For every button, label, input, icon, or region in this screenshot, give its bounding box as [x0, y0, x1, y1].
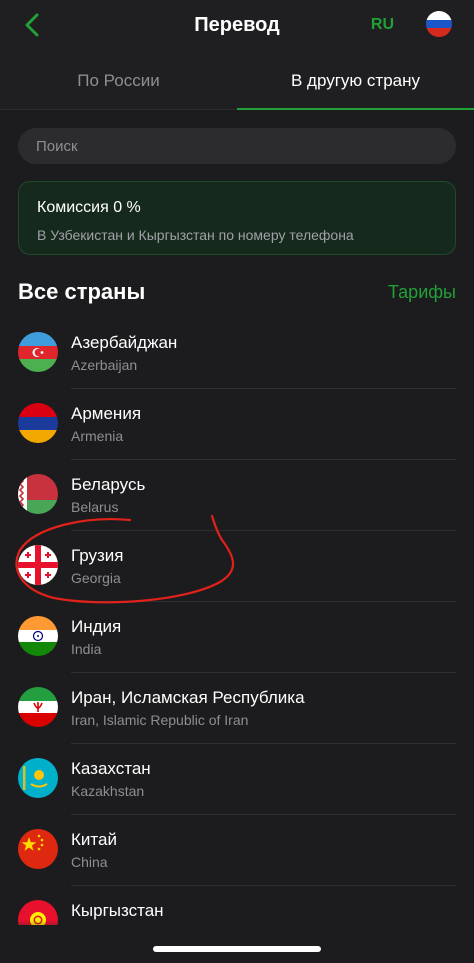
country-name: Армения [71, 404, 142, 423]
search-input[interactable]: Поиск [18, 128, 456, 164]
country-row-china[interactable]: Китай China [0, 815, 474, 886]
country-row-armenia[interactable]: Армения Armenia [0, 389, 474, 460]
banner-title: Комиссия 0 % [37, 199, 141, 216]
country-name: Кыргызстан [71, 901, 164, 920]
iran-flag-icon [18, 687, 58, 727]
belarus-flag-icon [18, 474, 58, 514]
search-placeholder: Поиск [36, 138, 78, 155]
banner-subtitle: В Узбекистан и Кыргызстан по номеру теле… [37, 227, 354, 243]
home-indicator[interactable] [153, 946, 321, 952]
tab-domestic[interactable]: По России [0, 52, 237, 110]
russia-flag-icon[interactable] [426, 11, 452, 37]
tab-bar: По России В другую страну [0, 52, 474, 110]
country-name: Азербайджан [71, 333, 178, 352]
nav-header: Перевод RU [0, 0, 474, 52]
country-name: Беларусь [71, 475, 146, 494]
tariffs-link[interactable]: Тарифы [388, 282, 456, 303]
country-name-en: Kazakhstan [71, 783, 145, 799]
kazakhstan-flag-icon [18, 758, 58, 798]
china-flag-icon [18, 829, 58, 869]
country-list: Азербайджан Azerbaijan Армения Armenia Б… [0, 318, 474, 925]
country-row-india[interactable]: Индия India [0, 602, 474, 673]
language-code[interactable]: RU [371, 16, 394, 34]
country-name-en: India [71, 641, 102, 657]
hand-drawn-circle-annotation [15, 514, 235, 604]
country-row-azerbaijan[interactable]: Азербайджан Azerbaijan [0, 318, 474, 389]
country-name-en: Iran, Islamic Republic of Iran [71, 712, 249, 728]
commission-banner[interactable]: Комиссия 0 % В Узбекистан и Кыргызстан п… [18, 181, 456, 255]
page-title: Перевод [194, 14, 280, 36]
country-name-en: Armenia [71, 428, 124, 444]
country-name-en: Azerbaijan [71, 357, 138, 373]
country-row-kazakhstan[interactable]: Казахстан Kazakhstan [0, 744, 474, 815]
azerbaijan-flag-icon [18, 332, 58, 372]
country-name: Иран, Исламская Республика [71, 688, 305, 707]
tab-international[interactable]: В другую страну [237, 52, 474, 110]
india-flag-icon [18, 616, 58, 656]
country-row-iran[interactable]: Иран, Исламская Республика Iran, Islamic… [0, 673, 474, 744]
country-name: Китай [71, 830, 117, 849]
section-title: Все страны [18, 279, 146, 304]
list-fade [0, 920, 474, 940]
active-tab-indicator [237, 108, 474, 110]
country-name: Казахстан [71, 759, 151, 778]
country-name: Индия [71, 617, 122, 636]
armenia-flag-icon [18, 403, 58, 443]
country-name-en: China [71, 854, 108, 870]
